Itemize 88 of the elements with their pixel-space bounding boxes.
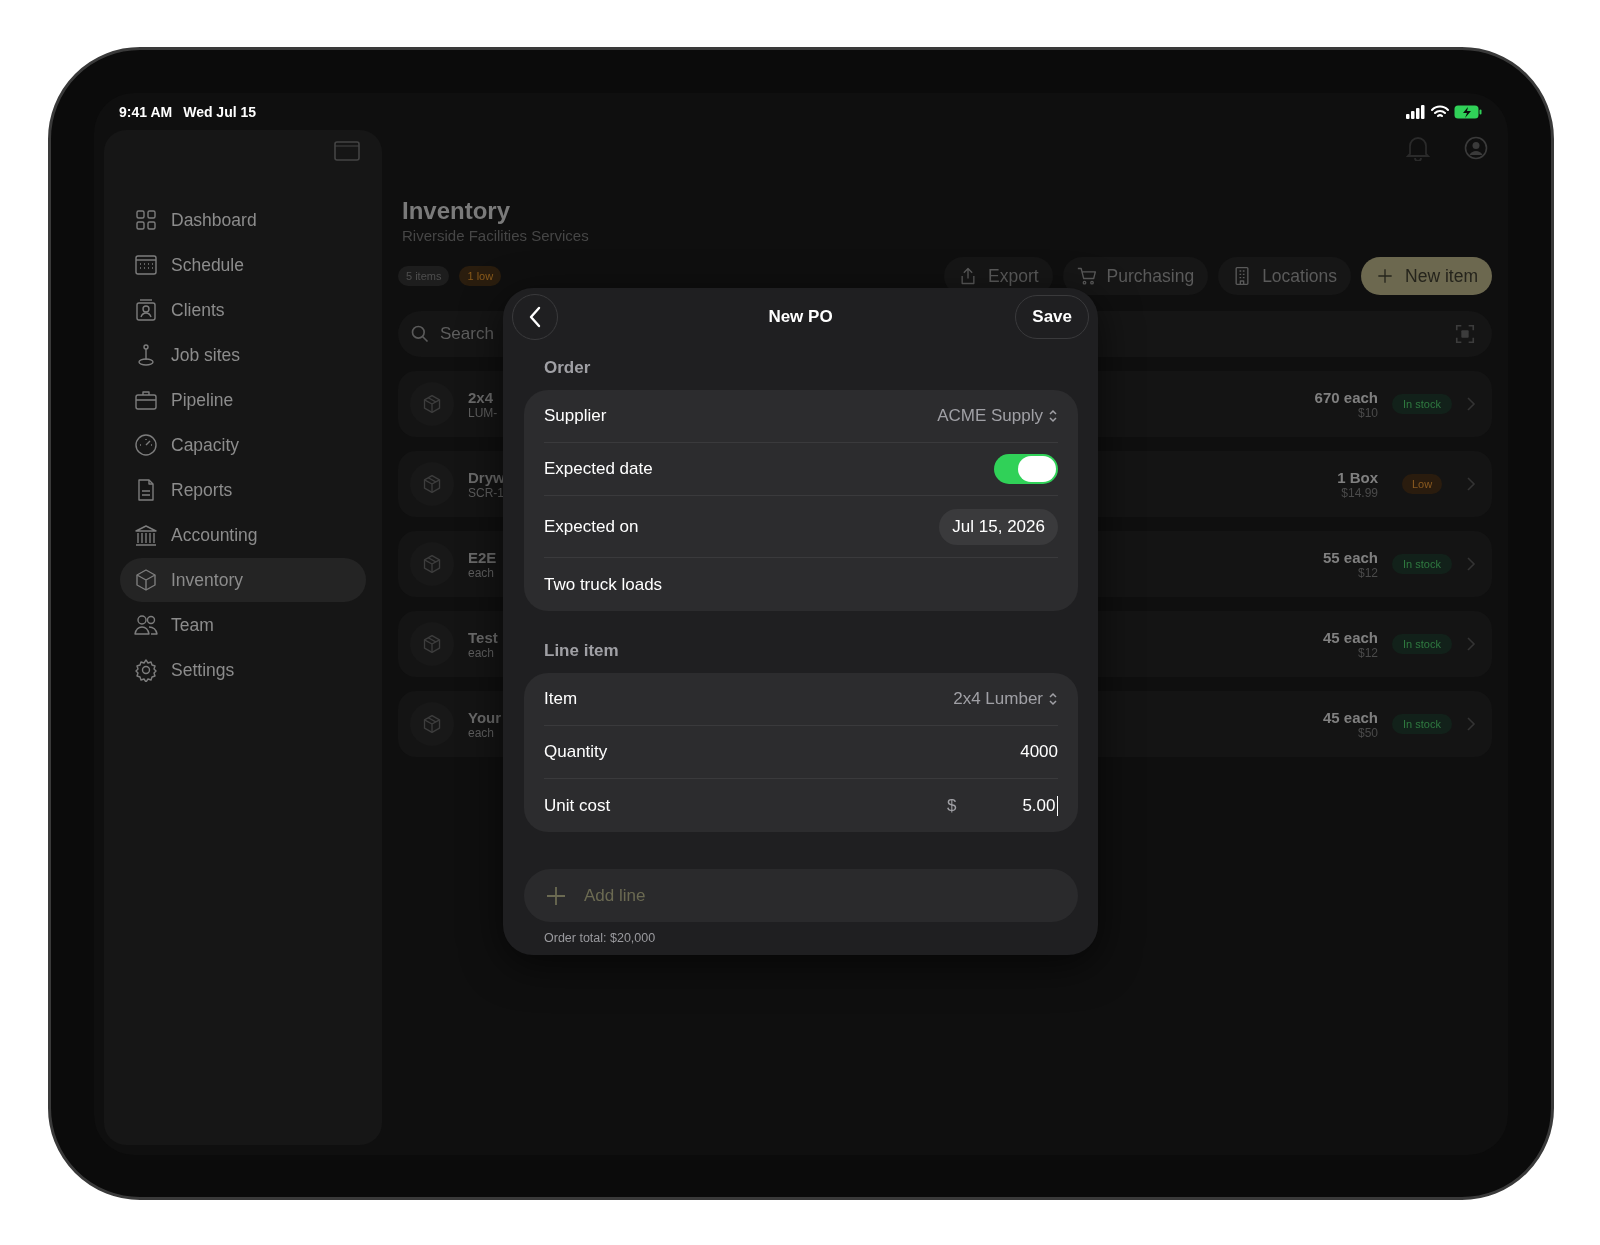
field-label: Quantity <box>544 742 608 762</box>
save-button[interactable]: Save <box>1015 295 1089 339</box>
sidebar-item[interactable]: Settings <box>120 648 366 692</box>
stock-status-badge: In stock <box>1392 714 1452 734</box>
item-code: each <box>468 565 496 580</box>
grid-icon <box>134 208 158 232</box>
section-heading: Line item <box>544 641 620 661</box>
item-quantity: 1 Box <box>1337 468 1378 486</box>
signal-icon <box>1406 104 1426 119</box>
item-quantity: 45 each <box>1322 708 1378 726</box>
chevron-icon <box>1466 477 1476 491</box>
item-quantity: 55 each <box>1322 548 1378 566</box>
sidebar-item[interactable]: Pipeline <box>120 378 366 422</box>
chevron-icon <box>1466 717 1476 731</box>
item-code: LUM- <box>468 405 498 420</box>
item-code: each <box>468 645 496 660</box>
order-total: Order total: $20,000 <box>544 931 657 945</box>
item-name: E2E <box>468 548 497 566</box>
wifi-icon <box>1431 104 1449 119</box>
sidebar-item[interactable]: Capacity <box>120 423 366 467</box>
item-quantity: 45 each <box>1322 628 1378 646</box>
sidebar-item[interactable]: Dashboard <box>120 198 366 242</box>
gauge-icon <box>134 433 158 457</box>
picker-control[interactable]: 2x4 Lumber <box>953 689 1058 709</box>
gear-icon <box>134 658 158 682</box>
cube-icon <box>422 634 442 654</box>
field-label: Unit cost <box>544 795 611 816</box>
item-name: 2x4 <box>468 388 495 406</box>
status-date: Wed Jul 15 <box>183 103 257 120</box>
back-button[interactable] <box>512 294 558 340</box>
unit-cost-field[interactable]: 5.00 <box>1022 795 1058 816</box>
chevron-icon <box>1466 557 1476 571</box>
currency-symbol: $ <box>946 795 957 816</box>
search-icon <box>410 324 430 344</box>
cube-icon <box>422 394 442 414</box>
notes-field[interactable]: Two truck loads <box>544 574 1058 595</box>
new-item-button[interactable]: New item <box>1361 257 1492 295</box>
item-name: Test <box>468 628 498 646</box>
sidebar-item[interactable]: Team <box>120 603 366 647</box>
count-badge: 1 low <box>459 266 502 286</box>
battery-icon <box>1454 104 1482 119</box>
stock-status-badge: In stock <box>1392 634 1452 654</box>
updown-icon <box>1048 408 1058 424</box>
people-icon <box>134 613 158 637</box>
date-button[interactable]: Jul 15, 2026 <box>939 508 1058 545</box>
sheet-title: New PO <box>768 307 833 327</box>
calendar-icon <box>134 253 158 277</box>
contact-card-icon <box>134 298 158 322</box>
section-heading: Order <box>544 358 592 378</box>
item-quantity: 670 each <box>1314 388 1378 406</box>
sidebar-item[interactable]: Job sites <box>120 333 366 377</box>
back-icon <box>528 306 542 328</box>
briefcase-icon <box>134 388 158 412</box>
page-title: Inventory <box>402 196 512 226</box>
cube-icon <box>134 568 158 592</box>
status-time: 9:41 AM <box>119 103 173 120</box>
field-label: Item <box>544 689 578 709</box>
field-label: Expected on <box>544 516 639 537</box>
item-code: each <box>468 725 496 740</box>
bell-icon[interactable] <box>1406 135 1430 161</box>
picker-control[interactable]: ACME Supply <box>937 406 1058 426</box>
item-name: Dryw <box>468 468 505 486</box>
chevron-icon <box>1466 397 1476 411</box>
item-name: Your <box>468 708 502 726</box>
sidebar-toggle-icon[interactable] <box>334 140 360 162</box>
cube-icon <box>422 714 442 734</box>
profile-icon[interactable] <box>1464 136 1488 160</box>
item-code: SCR-1 <box>468 485 505 500</box>
bank-icon <box>134 523 158 547</box>
field-label: Supplier <box>544 406 607 426</box>
stock-status-badge: Low <box>1402 474 1442 494</box>
chevron-icon <box>1466 637 1476 651</box>
sidebar-item[interactable]: Reports <box>120 468 366 512</box>
cube-icon <box>422 474 442 494</box>
field-label: Expected date <box>544 459 653 479</box>
sidebar-item[interactable]: Schedule <box>120 243 366 287</box>
sidebar-item[interactable]: Inventory <box>120 558 366 602</box>
cart-icon <box>1076 266 1097 286</box>
updown-icon <box>1048 691 1058 707</box>
sidebar-item[interactable]: Accounting <box>120 513 366 557</box>
plus-icon <box>546 885 566 906</box>
scan-icon[interactable] <box>1454 323 1476 345</box>
stock-status-badge: In stock <box>1392 394 1452 414</box>
quantity-field[interactable]: 4000 <box>615 742 1058 762</box>
stock-status-badge: In stock <box>1392 554 1452 574</box>
toggle-switch[interactable] <box>994 454 1058 484</box>
sidebar-item[interactable]: Clients <box>120 288 366 332</box>
cube-icon <box>422 554 442 574</box>
